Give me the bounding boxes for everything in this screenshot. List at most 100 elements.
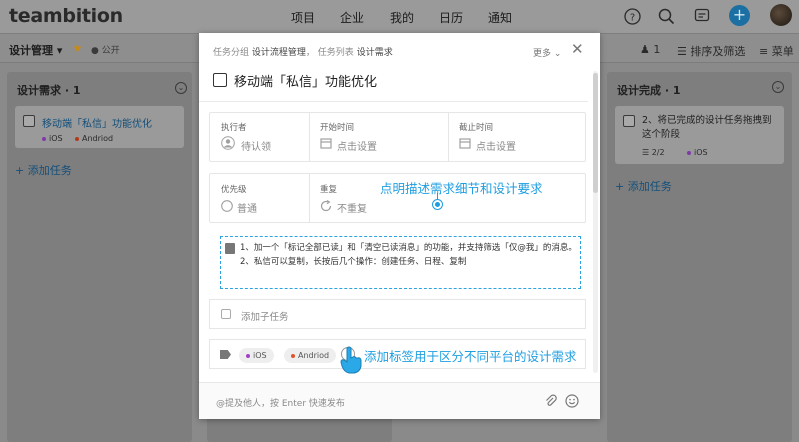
tag-pill-android[interactable]: Andriod: [284, 348, 337, 363]
tag-dot: [687, 150, 691, 155]
tag-label: iOS: [49, 134, 63, 143]
add-task-button[interactable]: + 添加任务: [615, 178, 672, 194]
visibility-badge: ● 公开: [91, 46, 120, 56]
task-checkbox[interactable]: [23, 115, 35, 127]
avatar[interactable]: [770, 4, 792, 26]
task-title[interactable]: 移动端「私信」功能优化: [234, 71, 377, 90]
divider: [448, 113, 449, 161]
help-icon[interactable]: ?: [622, 6, 642, 26]
star-icon[interactable]: ★: [72, 41, 83, 55]
add-subtask-label: 添加子任务: [241, 312, 289, 323]
task-description[interactable]: 1、加一个「标记全部已读」和「清空已读消息」的功能，并支持筛选「仅@我」的消息。…: [220, 236, 581, 289]
menu-button[interactable]: ≡ 菜单: [759, 43, 794, 59]
subtask-count-label: 2/2: [651, 148, 665, 157]
tag-dot: [291, 353, 295, 358]
more-label: 更多: [533, 49, 552, 59]
breadcrumb: 任务分组 设计流程管理， 任务列表 设计需求: [213, 45, 393, 58]
task-card[interactable]: 移动端「私信」功能优化 iOS Andriod: [15, 106, 184, 148]
task-checkbox[interactable]: [623, 115, 635, 127]
logo[interactable]: teambition: [9, 5, 123, 27]
priority-icon: [221, 200, 233, 215]
comment-bar: @提及他人，按 Enter 快速发布: [199, 382, 600, 419]
tag-ios: iOS: [42, 134, 63, 143]
tag-annotation: 添加标签用于区分不同平台的设计需求: [364, 349, 577, 364]
stage-column: 设计完成 · 1 ⌄ 2、将已完成的设计任务拖拽到这个阶段 ☰ 2/2 iOS …: [607, 72, 792, 442]
crumb-list-label: 任务列表: [317, 48, 354, 58]
subtask-count: ☰ 2/2: [642, 148, 665, 157]
stage-title: 设计完成 · 1: [617, 84, 681, 97]
divider: [199, 101, 588, 102]
tag-label: Andriod: [82, 134, 114, 143]
project-name[interactable]: 设计管理 ▾: [9, 42, 62, 58]
nav-mine[interactable]: 我的: [390, 9, 414, 26]
calendar-icon: [320, 137, 332, 152]
calendar-icon: [459, 137, 471, 152]
close-icon[interactable]: ✕: [571, 42, 584, 57]
members-button[interactable]: ♟ 1: [640, 43, 660, 56]
tag-label: iOS: [694, 148, 708, 157]
more-button[interactable]: 更多 ⌄: [533, 46, 561, 59]
fields-row: 执行者 待认领 开始时间 点击设置 截止时间 点击设置: [209, 112, 586, 162]
search-icon[interactable]: [656, 6, 676, 26]
menu-label: 菜单: [771, 45, 794, 58]
divider: [309, 174, 310, 222]
tag-label: Andriod: [298, 351, 330, 360]
stage-title: 设计需求 · 1: [17, 84, 81, 97]
add-task-label: 添加任务: [27, 164, 72, 177]
tag-pill-ios[interactable]: iOS: [239, 348, 274, 363]
member-count: 1: [653, 43, 661, 56]
divider: [309, 113, 310, 161]
crumb-group-label: 任务分组: [213, 48, 250, 58]
crumb-list[interactable]: 设计需求: [357, 48, 393, 58]
note-icon: [225, 243, 235, 254]
pointer-hand-icon: [340, 346, 362, 374]
chevron-down-icon[interactable]: ⌄: [175, 82, 187, 94]
nav-calendar[interactable]: 日历: [439, 9, 463, 26]
nav-enterprise[interactable]: 企业: [340, 9, 364, 26]
user-icon: [221, 136, 235, 153]
add-task-button[interactable]: + 添加任务: [15, 162, 72, 178]
task-card[interactable]: 2、将已完成的设计任务拖拽到这个阶段 ☰ 2/2 iOS: [615, 106, 784, 164]
due-time-label: 截止时间: [459, 123, 494, 133]
description-text: 1、加一个「标记全部已读」和「清空已读消息」的功能，并支持筛选「仅@我」的消息。…: [240, 241, 578, 269]
tag-dot: [42, 136, 46, 141]
crumb-separator: ，: [305, 48, 315, 58]
annotation-dot: [433, 200, 442, 209]
nav-notifications[interactable]: 通知: [488, 9, 512, 26]
tag-android: Andriod: [75, 134, 113, 143]
priority-label: 优先级: [221, 185, 247, 195]
due-time-value[interactable]: 点击设置: [476, 138, 516, 153]
nav-projects[interactable]: 项目: [291, 9, 315, 26]
create-button[interactable]: +: [729, 5, 750, 26]
tag-dot: [75, 136, 79, 141]
visibility-label: 公开: [101, 46, 120, 56]
repeat-icon: [320, 200, 332, 215]
chat-icon[interactable]: [692, 6, 712, 26]
scrollbar-thumb[interactable]: [593, 73, 598, 193]
assignee-value[interactable]: 待认领: [241, 138, 271, 153]
task-card-title: 移动端「私信」功能优化: [42, 119, 152, 130]
priority-value[interactable]: 普通: [237, 200, 257, 215]
sort-filter-button[interactable]: ☰ 排序及筛选: [677, 43, 745, 59]
svg-text:?: ?: [629, 12, 634, 23]
tag-icon: [220, 350, 231, 359]
task-card-title: 2、将已完成的设计任务拖拽到这个阶段: [642, 115, 772, 140]
crumb-group[interactable]: 设计流程管理: [252, 48, 306, 58]
comment-input[interactable]: @提及他人，按 Enter 快速发布: [216, 396, 345, 409]
task-complete-checkbox[interactable]: [213, 73, 227, 87]
add-task-label: 添加任务: [627, 180, 672, 193]
add-subtask-row[interactable]: 添加子任务: [209, 299, 586, 329]
emoji-icon[interactable]: [565, 394, 579, 411]
tag-dot: [246, 353, 250, 358]
stage-column: 设计需求 · 1 移动端「私信」功能优化 iOS Andriod + 添加任务: [7, 72, 192, 442]
sort-filter-label: 排序及筛选: [690, 45, 746, 58]
start-time-label: 开始时间: [320, 123, 355, 133]
attachment-icon[interactable]: [544, 394, 558, 411]
tag-ios: iOS: [687, 148, 708, 157]
description-annotation: 点明描述需求细节和设计要求: [380, 181, 543, 196]
assignee-label: 执行者: [221, 123, 247, 133]
subtask-checkbox-icon: [221, 309, 231, 319]
repeat-value[interactable]: 不重复: [337, 200, 367, 215]
chevron-down-icon[interactable]: ⌄: [772, 81, 784, 93]
start-time-value[interactable]: 点击设置: [337, 138, 377, 153]
